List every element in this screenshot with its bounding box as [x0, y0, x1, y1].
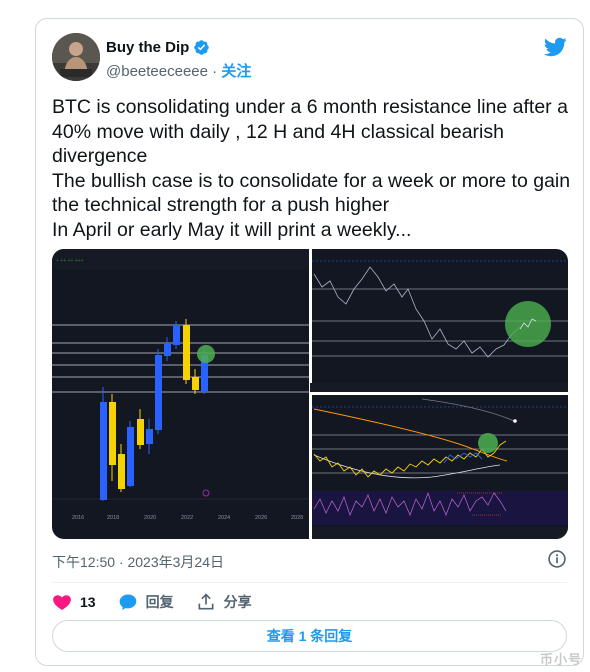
comment-bubble-icon: [119, 594, 136, 610]
tweet-timestamp[interactable]: 下午12:50 · 2023年3月24日: [52, 552, 224, 572]
tweet-actions: 13 回复 分享: [52, 591, 274, 613]
reply-button[interactable]: 回复: [118, 592, 174, 612]
author-name-row: Buy the Dip: [106, 39, 210, 56]
breakout-highlight: [197, 345, 215, 363]
tweet-card: Buy the Dip @beeteeceeee · 关注 BTC is con…: [35, 18, 584, 666]
avatar-image: [52, 33, 100, 81]
divider: [52, 582, 567, 583]
share-button[interactable]: 分享: [196, 592, 252, 612]
avatar[interactable]: [52, 33, 100, 81]
highlight-circle: [505, 301, 551, 347]
x-tick-label: 2020: [144, 515, 156, 521]
x-tick-label: 2026: [255, 515, 267, 521]
watermark: 币小号: [540, 649, 582, 668]
svg-text:+ ++ ++ +++: + ++ ++ +++: [56, 258, 84, 264]
tweet-media-grid[interactable]: + ++ ++ +++ 2016 2018 2020 2022 2024 202…: [52, 249, 568, 539]
author-display-name[interactable]: Buy the Dip: [106, 39, 189, 56]
x-tick-label: 2024: [218, 515, 230, 521]
author-handle-row: @beeteeceeee · 关注: [106, 60, 251, 81]
bottom-right-chart-image[interactable]: [312, 395, 568, 539]
twitter-bird-icon[interactable]: [543, 35, 567, 59]
follow-button[interactable]: 关注: [221, 63, 251, 80]
like-button[interactable]: 13: [52, 592, 96, 612]
share-upload-icon: [198, 593, 214, 610]
heart-icon: [53, 595, 71, 610]
share-label: 分享: [223, 594, 252, 610]
like-count: 13: [80, 594, 96, 610]
x-tick-label: 2018: [107, 515, 119, 521]
view-replies-button[interactable]: 查看 1 条回复: [52, 620, 567, 652]
author-handle[interactable]: @beeteeceeee: [106, 63, 208, 80]
top-right-chart-image[interactable]: [310, 249, 568, 392]
handle-separator: ·: [207, 63, 222, 80]
tweet-text: BTC is consolidating under a 6 month res…: [52, 96, 571, 241]
x-tick-label: 2028: [291, 515, 303, 521]
watermark-text: 币小号: [539, 652, 582, 667]
chart-images: + ++ ++ +++ 2016 2018 2020 2022 2024 202…: [52, 249, 568, 539]
info-icon[interactable]: [547, 549, 567, 569]
left-chart-image[interactable]: + ++ ++ +++ 2016 2018 2020 2022 2024 202…: [52, 249, 309, 539]
x-tick-label: 2016: [72, 515, 84, 521]
reply-label: 回复: [145, 594, 174, 610]
verified-badge-icon: [194, 40, 210, 55]
x-tick-label: 2022: [181, 515, 193, 521]
